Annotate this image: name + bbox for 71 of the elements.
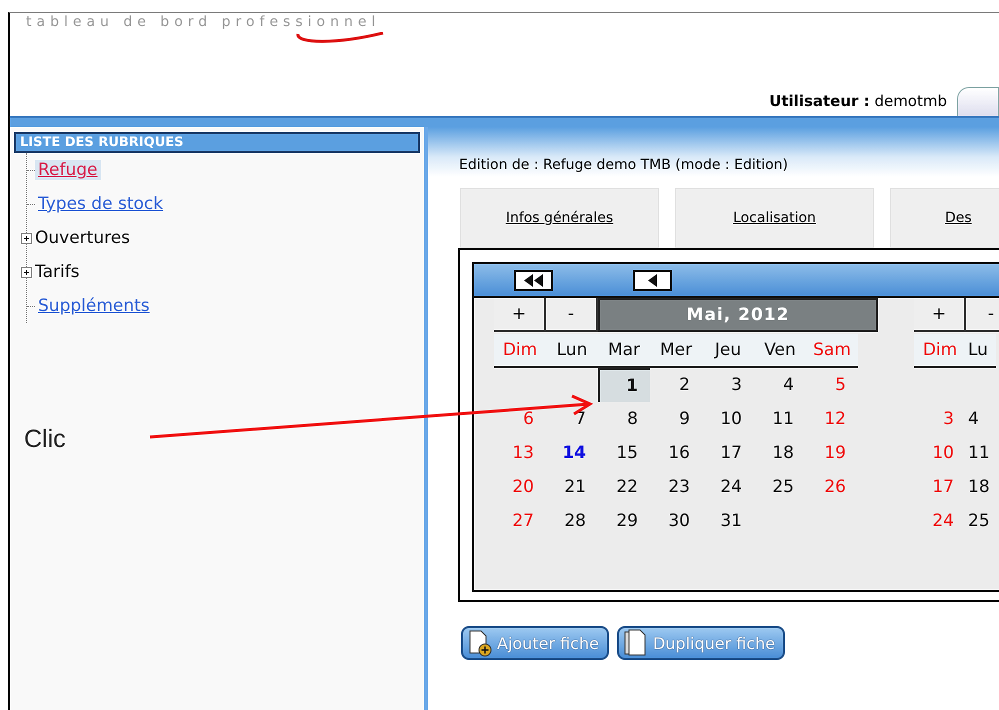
calendar-day[interactable]: 19 [806,436,858,470]
calendar-day[interactable]: 3 [914,402,966,436]
month-title: Mai, 2012 [598,298,878,332]
calendar-day[interactable]: 14 [546,436,598,470]
annotation-text: Clic [24,425,66,454]
weekday-header: Dim [494,334,546,368]
calendar-day[interactable]: 16 [650,436,702,470]
calendar-day[interactable]: 26 [806,470,858,504]
calendar-day[interactable]: 31 [702,504,754,538]
calendar-day[interactable]: 20 [494,470,546,504]
calendar-day[interactable]: 2 [650,368,702,402]
calendar-day[interactable]: 24 [702,470,754,504]
previous-month-button[interactable] [633,270,672,290]
calendar-day[interactable]: 12 [806,402,858,436]
calendar-day[interactable]: 25 [754,470,806,504]
tree-link[interactable]: Types de stock [35,194,166,214]
calendar-day[interactable]: 10 [914,436,966,470]
tab[interactable]: Infos générales [460,188,659,248]
calendar-day[interactable]: 9 [650,402,702,436]
calendar-day[interactable]: 1 [598,368,650,402]
calendar-day[interactable]: 22 [598,470,650,504]
user-text: Utilisateur : demotmb [769,92,947,112]
calendar-day[interactable]: 27 [494,504,546,538]
calendar-day[interactable]: 5 [806,368,858,402]
weekday-header: Ven [754,334,806,368]
calendar-day[interactable]: 30 [650,504,702,538]
calendar-day[interactable]: 10 [702,402,754,436]
calendar-day[interactable]: 18 [966,470,996,504]
calendar-day[interactable]: 29 [598,504,650,538]
calendar-day[interactable]: 24 [914,504,966,538]
calendar-day[interactable]: 18 [754,436,806,470]
rewind-icon [522,274,544,286]
calendar-day[interactable]: 4 [966,402,996,436]
sidebar-title: LISTE DES RUBRIQUES [14,132,420,153]
weekday-header: Mer [650,334,702,368]
calendar-day[interactable]: 6 [494,402,546,436]
tab[interactable]: Des [890,188,999,248]
calendar-day[interactable]: 3 [702,368,754,402]
calendar-day[interactable]: 11 [754,402,806,436]
logo-text: tableau de bord professionnel [26,13,380,31]
weekday-header: Jeu [702,334,754,368]
tree-folder[interactable]: Ouvertures [32,228,134,248]
calendar-day[interactable]: 17 [702,436,754,470]
expand-icon[interactable] [21,232,32,244]
weekday-header: Lun [546,334,598,368]
calendar-day[interactable]: 11 [966,436,996,470]
calendar-step-button[interactable]: - [546,298,598,332]
previous-icon [646,274,658,286]
calendar-step-button[interactable]: + [494,298,546,332]
document-add-icon [467,629,493,657]
tab[interactable]: Localisation [675,188,874,248]
previous-year-button[interactable] [514,270,553,290]
calendar-day[interactable]: 25 [966,504,996,538]
calendar-day[interactable]: 23 [650,470,702,504]
edit-title: Edition de : Refuge demo TMB (mode : Edition) [459,157,789,173]
calendar-step-button[interactable]: + [914,298,966,332]
weekday-header: Mar [598,334,650,368]
weekday-header: Lu [966,334,996,368]
calendar-day[interactable]: 15 [598,436,650,470]
calendar-day[interactable]: 8 [598,402,650,436]
calendar-day[interactable]: 17 [914,470,966,504]
tree-link[interactable]: Suppléments [35,296,153,316]
calendar-day[interactable]: 21 [546,470,598,504]
weekday-header: Dim [914,334,966,368]
expand-icon[interactable] [21,266,32,278]
calendar-day[interactable]: 28 [546,504,598,538]
calendar-day[interactable]: 13 [494,436,546,470]
tree-link[interactable]: Refuge [35,160,101,180]
calendar-day[interactable]: 4 [754,368,806,402]
weekday-header: Sam [806,334,858,368]
tree-folder[interactable]: Tarifs [32,262,83,282]
